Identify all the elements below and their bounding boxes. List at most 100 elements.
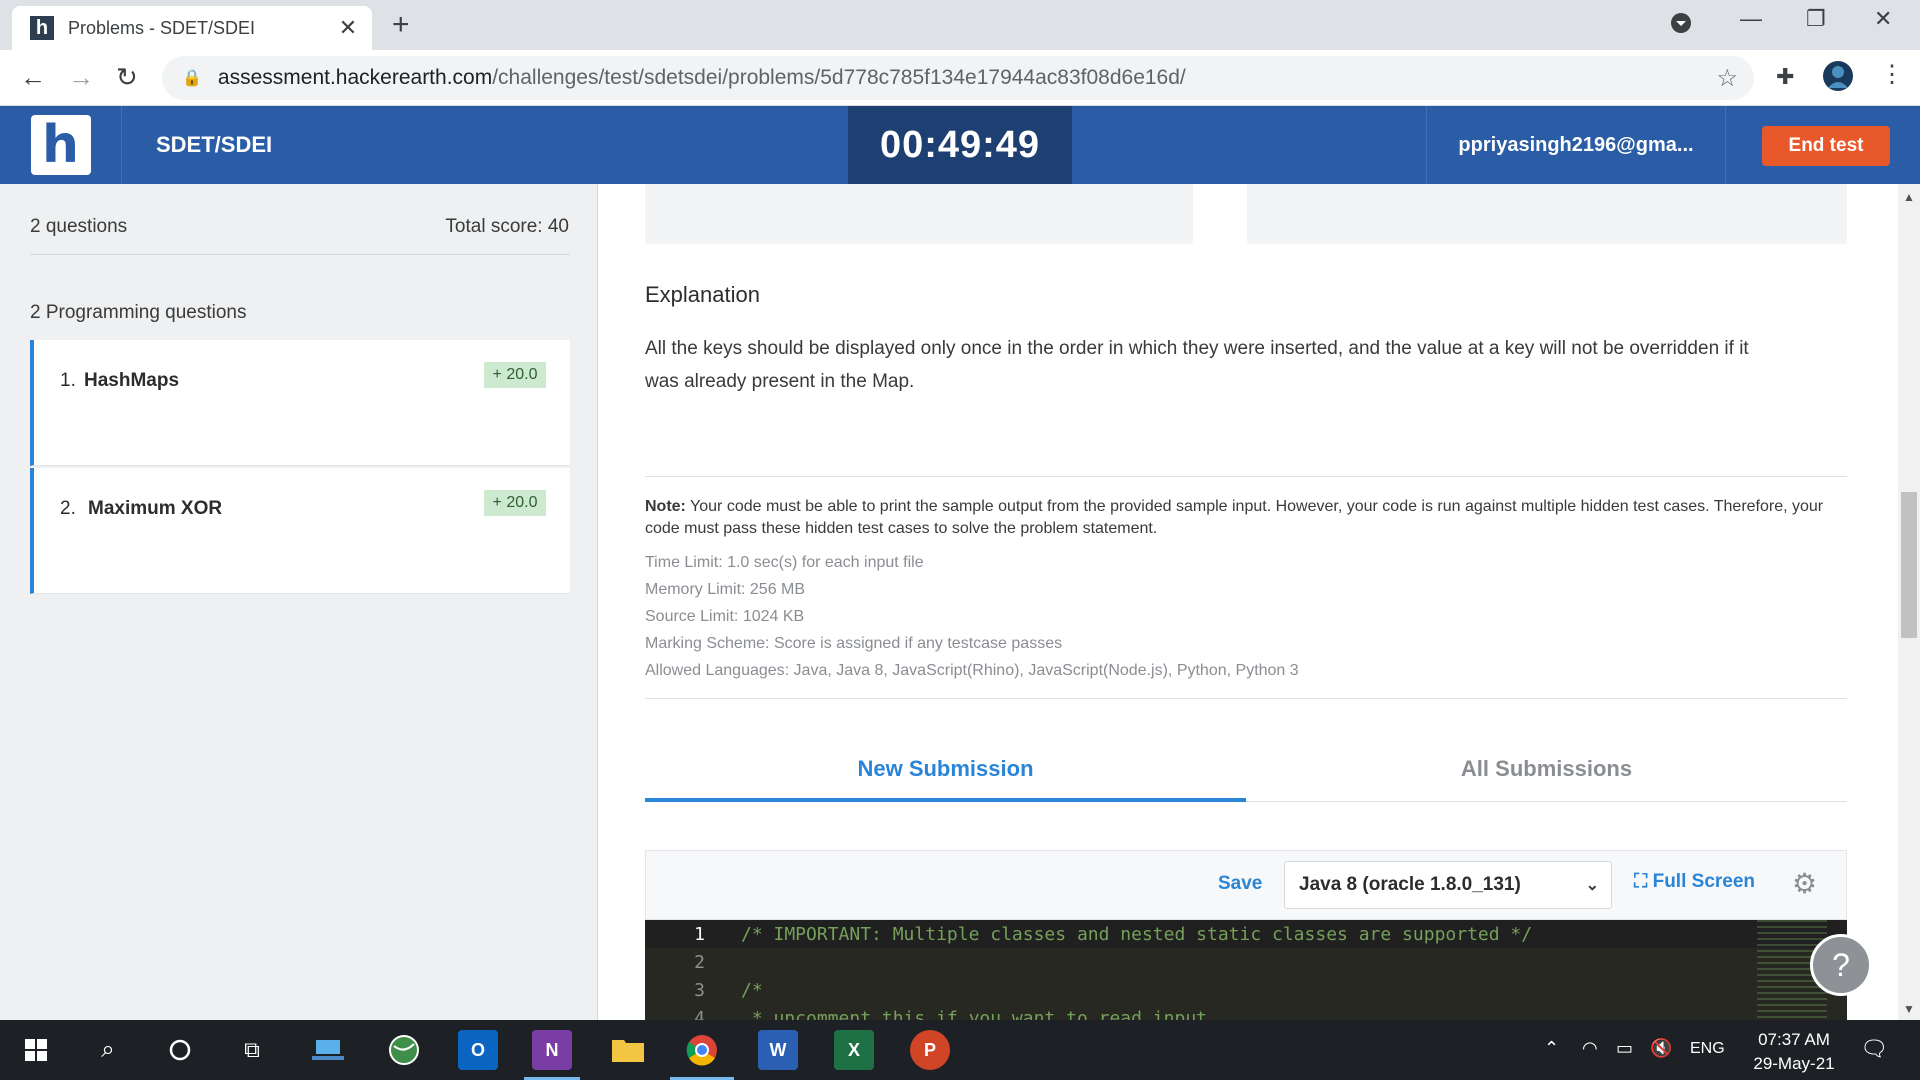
- question-number: 2.: [60, 498, 76, 519]
- question-card-maximum-xor[interactable]: 2. Maximum XOR + 20.0: [30, 468, 570, 594]
- code-line[interactable]: /*: [741, 980, 763, 1001]
- scroll-up-icon[interactable]: ▲: [1903, 190, 1915, 204]
- search-icon[interactable]: ⌕: [88, 1030, 128, 1070]
- file-explorer-icon[interactable]: [608, 1030, 648, 1070]
- hackerearth-favicon-icon: h: [30, 16, 54, 40]
- question-count: 2 questions: [30, 216, 128, 237]
- outlook-icon[interactable]: O: [458, 1030, 498, 1070]
- code-line[interactable]: /* IMPORTANT: Multiple classes and neste…: [741, 924, 1532, 945]
- editor-toolbar: Save Java 8 (oracle 1.8.0_131) ⌄ ⛶ Full …: [645, 850, 1847, 920]
- lock-icon: 🔒: [182, 70, 202, 87]
- page-scrollbar[interactable]: ▲ ▼: [1898, 184, 1920, 1020]
- notifications-icon[interactable]: 🗨: [1860, 1036, 1888, 1062]
- problem-content: Explanation All the keys should be displ…: [598, 184, 1898, 1020]
- end-test-button[interactable]: End test: [1762, 126, 1890, 166]
- line-number: 4: [694, 1008, 705, 1020]
- question-name: Maximum XOR: [88, 498, 223, 519]
- language-value: Java 8 (oracle 1.8.0_131): [1299, 874, 1521, 895]
- pc-icon[interactable]: [308, 1030, 348, 1070]
- sample-input-box: [645, 184, 1193, 244]
- question-number: 1.: [60, 370, 76, 391]
- powerpoint-icon[interactable]: P: [910, 1030, 950, 1070]
- restore-icon[interactable]: ❐: [1806, 6, 1826, 32]
- divider: [645, 476, 1847, 477]
- questions-sidebar: 2 questions Total score: 40 2 Programmin…: [0, 184, 598, 1020]
- line-number: 3: [694, 980, 705, 1001]
- extensions-icon[interactable]: ✚: [1776, 64, 1794, 90]
- window-close-icon[interactable]: ✕: [1874, 6, 1892, 32]
- help-button[interactable]: ?: [1810, 934, 1872, 996]
- divider: [645, 698, 1847, 699]
- language-select[interactable]: Java 8 (oracle 1.8.0_131) ⌄: [1284, 861, 1612, 909]
- code-editor[interactable]: 1 /* IMPORTANT: Multiple classes and nes…: [645, 920, 1847, 1020]
- settings-gear-icon[interactable]: ⚙: [1792, 867, 1817, 900]
- code-line[interactable]: * uncomment this if you want to read inp…: [741, 1008, 1218, 1020]
- browser-tab[interactable]: h Problems - SDET/SDEI ✕: [12, 6, 372, 50]
- user-email[interactable]: ppriyasingh2196@gma...: [1426, 106, 1726, 184]
- explanation-text: All the keys should be displayed only on…: [645, 338, 1749, 392]
- marking-scheme: Marking Scheme: Score is assigned if any…: [645, 635, 1063, 652]
- save-button[interactable]: Save: [1218, 873, 1262, 895]
- profile-avatar[interactable]: [1822, 60, 1854, 99]
- minimize-icon[interactable]: —: [1740, 6, 1762, 32]
- word-icon[interactable]: W: [758, 1030, 798, 1070]
- chrome-menu-icon[interactable]: ⋮: [1880, 60, 1904, 89]
- hackerearth-logo: h: [30, 115, 91, 175]
- countdown-timer: 00:49:49: [848, 106, 1072, 184]
- tab-close-icon[interactable]: ✕: [334, 15, 362, 41]
- tab-title: Problems - SDET/SDEI: [68, 17, 256, 38]
- question-card-hashmaps[interactable]: 1. HashMaps + 20.0: [30, 340, 570, 466]
- input-language[interactable]: ENG: [1690, 1040, 1725, 1058]
- windows-start-icon[interactable]: [16, 1030, 56, 1070]
- fullscreen-label: Full Screen: [1652, 871, 1756, 892]
- chevron-down-icon: ⌄: [1585, 877, 1599, 894]
- volume-muted-icon[interactable]: 🔇: [1650, 1038, 1672, 1059]
- tray-expand-icon[interactable]: ⌃: [1544, 1038, 1559, 1059]
- score-badge: + 20.0: [484, 362, 546, 388]
- clock[interactable]: 07:37 AM 29-May-21: [1744, 1028, 1844, 1076]
- forward-icon[interactable]: →: [68, 62, 94, 93]
- onenote-icon[interactable]: N: [532, 1030, 572, 1070]
- bookmark-star-icon[interactable]: ☆: [1716, 64, 1738, 93]
- explanation-heading: Explanation: [645, 282, 760, 307]
- tab-all-submissions[interactable]: All Submissions: [1246, 756, 1847, 802]
- browser-toolbar: ← → ↻ 🔒 assessment.hackerearth.com/chall…: [0, 50, 1920, 106]
- profile-dropdown-icon[interactable]: [1670, 12, 1692, 40]
- fullscreen-button[interactable]: ⛶ Full Screen: [1634, 871, 1755, 893]
- source-limit: Source Limit: 1024 KB: [645, 608, 805, 625]
- excel-icon[interactable]: X: [834, 1030, 874, 1070]
- tab-new-submission[interactable]: New Submission: [645, 756, 1246, 802]
- app-header: h SDET/SDEI 00:49:49 ppriyasingh2196@gma…: [0, 106, 1920, 184]
- windows-taskbar: ⌕ ⧉ O N W X P ⌃ ◠ ▭ 🔇 ENG 07:37 AM 29-Ma…: [0, 1020, 1920, 1080]
- question-name: HashMaps: [84, 370, 180, 391]
- globe-app-icon[interactable]: [384, 1030, 424, 1070]
- time-limit: Time Limit: 1.0 sec(s) for each input fi…: [645, 554, 924, 571]
- task-view-icon[interactable]: ⧉: [232, 1030, 272, 1070]
- divider: [30, 254, 570, 255]
- line-number: 1: [694, 924, 705, 945]
- line-number: 2: [694, 952, 705, 973]
- allowed-languages: Allowed Languages: Java, Java 8, JavaScr…: [645, 662, 1299, 679]
- test-name: SDET/SDEI: [156, 132, 273, 157]
- sample-output-box: [1247, 184, 1847, 244]
- chrome-icon[interactable]: [682, 1030, 722, 1070]
- scroll-down-icon[interactable]: ▼: [1903, 1002, 1915, 1016]
- battery-icon[interactable]: ▭: [1616, 1038, 1633, 1059]
- wifi-icon[interactable]: ◠: [1582, 1038, 1598, 1059]
- scroll-thumb[interactable]: [1901, 492, 1917, 638]
- reload-icon[interactable]: ↻: [116, 62, 138, 93]
- back-icon[interactable]: ←: [20, 62, 46, 93]
- url-text: assessment.hackerearth.com/challenges/te…: [217, 66, 1186, 89]
- logo-container[interactable]: h: [0, 106, 122, 184]
- address-bar[interactable]: 🔒 assessment.hackerearth.com/challenges/…: [162, 56, 1754, 100]
- clock-date: 29-May-21: [1753, 1054, 1835, 1073]
- new-tab-icon[interactable]: +: [392, 8, 410, 42]
- total-score: Total score: 40: [445, 216, 569, 237]
- memory-limit: Memory Limit: 256 MB: [645, 581, 806, 598]
- note-text: Note: Your code must be able to print th…: [645, 498, 1824, 537]
- section-heading: 2 Programming questions: [30, 302, 247, 323]
- score-badge: + 20.0: [484, 490, 546, 516]
- expand-icon: ⛶: [1634, 871, 1648, 892]
- cortana-icon[interactable]: [160, 1030, 200, 1070]
- browser-tab-bar: h Problems - SDET/SDEI ✕ + — ❐ ✕: [0, 0, 1920, 50]
